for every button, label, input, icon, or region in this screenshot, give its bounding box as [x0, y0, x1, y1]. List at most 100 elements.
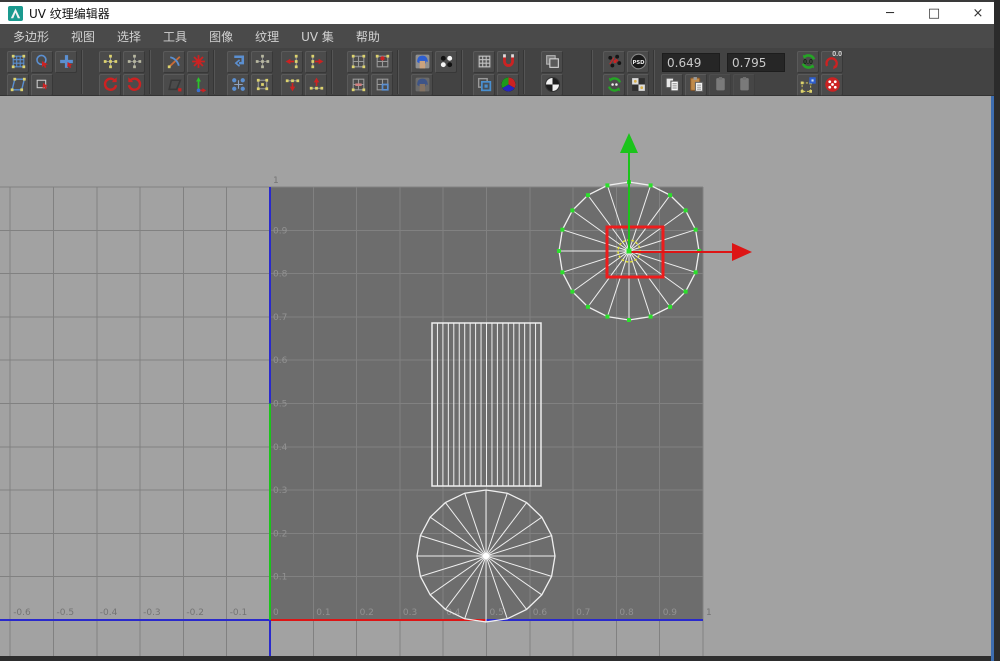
pixel-snap-magnet-icon	[500, 53, 517, 70]
paste-uvs-icon	[688, 76, 705, 93]
maya-app-icon	[8, 6, 23, 21]
menu-item-help[interactable]: 帮助	[345, 24, 391, 48]
snap-to-grid-border[interactable]	[371, 74, 393, 96]
align-uvs-up[interactable]	[305, 74, 327, 96]
u-coordinate-field[interactable]	[662, 53, 720, 72]
snap-to-grid-corners[interactable]	[347, 51, 369, 73]
window-bottom-border	[0, 656, 1000, 661]
maximize-button[interactable]: □	[912, 2, 956, 24]
menu-item-tool[interactable]: 工具	[152, 24, 198, 48]
refresh-uv-display[interactable]	[603, 74, 625, 96]
menu-item-texture[interactable]: 纹理	[244, 24, 290, 48]
refresh-uv-display-icon	[606, 76, 623, 93]
uv-snapshot-grid[interactable]	[797, 74, 819, 96]
rotate-uvs-ccw-icon	[102, 76, 119, 93]
svg-text:0.9: 0.9	[273, 226, 288, 236]
dim-image-display[interactable]	[411, 74, 433, 96]
manipulator-u-handle	[732, 243, 752, 261]
svg-text:0.6: 0.6	[273, 356, 288, 366]
toggle-grid-display[interactable]	[473, 51, 495, 73]
toolbar-group-display-grid	[472, 50, 520, 96]
uv-smudge-tool-icon	[10, 76, 27, 93]
svg-text:0.5: 0.5	[273, 400, 287, 410]
update-psd-network[interactable]: PSD	[627, 51, 649, 73]
minimize-button[interactable]: ─	[868, 2, 912, 24]
distribute-uvs[interactable]	[227, 74, 249, 96]
copy-uvs[interactable]	[661, 74, 683, 96]
flip-uvs[interactable]	[163, 51, 185, 73]
svg-text:0.8: 0.8	[273, 270, 288, 280]
menu-item-select[interactable]: 选择	[106, 24, 152, 48]
toolbar-group-rotate-cycle: 0.00.0	[796, 50, 844, 96]
menu-bar: 多边形视图选择工具图像纹理UV 集帮助	[0, 24, 1000, 48]
toolbar-separator	[397, 50, 399, 94]
symmetrize-uvs[interactable]	[187, 51, 209, 73]
paste-v-value-icon	[736, 76, 753, 93]
uv-shell-cylinder-body[interactable]	[432, 323, 541, 486]
menu-item-view[interactable]: 视图	[60, 24, 106, 48]
distribute-uvs-icon	[230, 76, 247, 93]
uv-lattice-handle-icon	[102, 53, 119, 70]
menu-item-image[interactable]: 图像	[198, 24, 244, 48]
window-right-border	[994, 0, 1000, 661]
uv-shell-move-tool[interactable]	[55, 51, 77, 73]
toolbar-separator	[523, 50, 525, 94]
copy-uvs-icon	[664, 76, 681, 93]
uv-canvas[interactable]: -0.6-0.5-0.4-0.3-0.2-0.100.10.20.30.40.5…	[0, 96, 1000, 661]
cycle-uvs[interactable]: 0.0	[797, 51, 819, 73]
uv-lattice-handle-alt[interactable]	[123, 51, 145, 73]
delete-uvs[interactable]	[821, 74, 843, 96]
toggle-pixel-borders[interactable]	[627, 74, 649, 96]
rotate-uvs-ccw[interactable]	[99, 74, 121, 96]
uv-lattice-handle[interactable]	[99, 51, 121, 73]
toggle-filtered-image[interactable]	[435, 51, 457, 73]
v-coordinate-field[interactable]	[727, 53, 785, 72]
snap-to-grid-edge[interactable]	[347, 74, 369, 96]
uv-editor-viewport[interactable]: -0.6-0.5-0.4-0.3-0.2-0.100.10.20.30.40.5…	[0, 96, 1000, 661]
alpha-channel-display[interactable]	[541, 74, 563, 96]
uv-pin-tool[interactable]	[31, 74, 53, 96]
rotate-uvs-cw[interactable]	[123, 74, 145, 96]
bake-texture[interactable]	[603, 51, 625, 73]
svg-text:-0.2: -0.2	[186, 608, 204, 618]
isolate-select-shells[interactable]	[541, 51, 563, 73]
uv-lattice-tool[interactable]	[7, 51, 29, 73]
rgb-channel-display[interactable]	[497, 74, 519, 96]
toolbar: PSD 0.00.0	[0, 48, 1000, 96]
uv-smudge-tool[interactable]	[7, 74, 29, 96]
paste-u-value[interactable]	[709, 74, 731, 96]
bake-texture-icon	[606, 53, 623, 70]
uv-grab-tool[interactable]	[31, 51, 53, 73]
menu-item-polygons[interactable]: 多边形	[2, 24, 60, 48]
uv-shell-cap-bottom[interactable]	[417, 490, 555, 622]
toolbar-group-lattice-rotate	[98, 50, 146, 96]
paste-v-value[interactable]	[733, 74, 755, 96]
pixel-snap-magnet[interactable]	[497, 51, 519, 73]
move-uv-manipulator[interactable]	[187, 74, 209, 96]
quad-draw[interactable]	[163, 74, 185, 96]
quad-draw-icon	[166, 76, 183, 93]
spacer-3-icon	[568, 76, 585, 93]
paste-u-value-icon	[712, 76, 729, 93]
dim-image-display-icon	[414, 76, 431, 93]
toolbar-separator	[149, 50, 151, 94]
unfold-along-axis[interactable]	[251, 51, 273, 73]
svg-text:0.6: 0.6	[533, 608, 548, 618]
toggle-image-display[interactable]	[411, 51, 433, 73]
uv-snapshot-grid-icon	[800, 76, 817, 93]
align-uvs-right[interactable]	[305, 51, 327, 73]
layout-uvs[interactable]	[251, 74, 273, 96]
toggle-filtered-image-icon	[438, 53, 455, 70]
align-uvs-down[interactable]	[281, 74, 303, 96]
snap-to-grid-center[interactable]	[371, 51, 393, 73]
rotate-uvs-angle[interactable]: 0.0	[821, 51, 843, 73]
paste-uvs[interactable]	[685, 74, 707, 96]
menu-item-uv-sets[interactable]: UV 集	[290, 24, 345, 48]
svg-text:1: 1	[706, 608, 712, 618]
cycle-uvs-icon	[800, 53, 817, 70]
shell-border-display[interactable]	[473, 74, 495, 96]
unfold-uvs[interactable]	[227, 51, 249, 73]
toolbar-group-display-image	[410, 50, 458, 96]
align-uvs-left[interactable]	[281, 51, 303, 73]
svg-text:0.1: 0.1	[273, 573, 287, 583]
